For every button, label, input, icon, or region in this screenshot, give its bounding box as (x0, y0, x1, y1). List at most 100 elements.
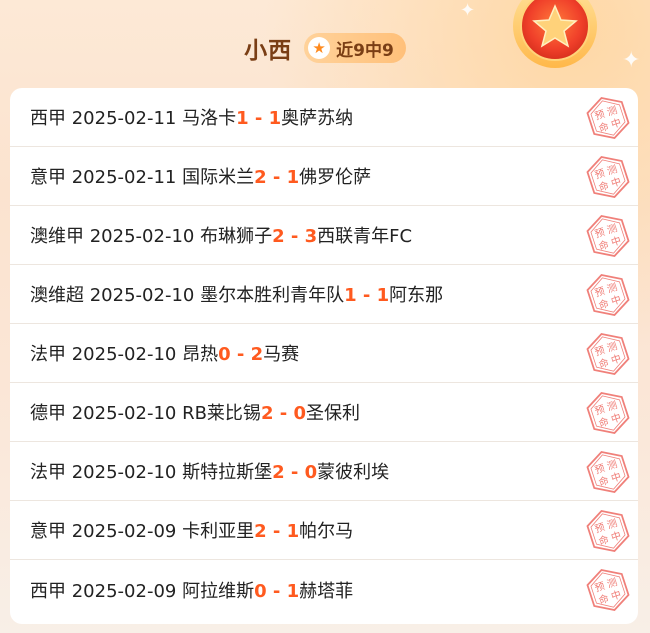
league: 西甲 (30, 108, 66, 129)
prediction-hit-stamp-icon: 预 测 命 中 (586, 274, 630, 316)
away-score: 1 (286, 167, 300, 188)
match-row[interactable]: 澳维超 2025-02-10 墨尔本胜利青年队1 - 1阿东那 预 测 命 中 (10, 265, 638, 324)
home-score: 2 (272, 462, 285, 483)
home-score: 1 (236, 108, 249, 129)
score-separator: - (284, 462, 305, 483)
svg-text:测: 测 (605, 103, 619, 118)
prediction-hit-stamp-icon: 预 测 命 中 (586, 97, 630, 139)
match-date: 2025-02-10 (71, 462, 177, 483)
svg-text:预: 预 (593, 167, 606, 182)
match-text: 意甲 2025-02-11 国际米兰2 - 1佛罗伦萨 (30, 163, 371, 189)
prediction-hit-stamp-icon: 预 测 命 中 (586, 451, 630, 493)
prediction-hit-stamp-icon: 预 测 命 中 (586, 333, 630, 375)
away-score: 1 (376, 285, 390, 306)
league: 意甲 (30, 167, 66, 188)
league: 法甲 (30, 344, 66, 365)
match-row[interactable]: 西甲 2025-02-09 阿拉维斯0 - 1赫塔菲 预 测 命 中 (10, 560, 638, 619)
match-text: 法甲 2025-02-10 昂热0 - 2马赛 (30, 340, 299, 366)
home-score: 0 (218, 344, 231, 365)
match-date: 2025-02-10 (71, 403, 177, 424)
away-team: 阿东那 (389, 285, 444, 306)
match-text: 意甲 2025-02-09 卡利亚里2 - 1帕尔马 (30, 517, 353, 543)
home-score: 2 (254, 521, 267, 542)
home-team: 马洛卡 (182, 108, 237, 129)
match-text: 西甲 2025-02-11 马洛卡1 - 1奥萨苏纳 (30, 104, 353, 130)
score-separator: - (230, 344, 251, 365)
away-team: 赫塔菲 (299, 580, 354, 602)
prediction-hit-stamp-icon: 预 测 命 中 (586, 392, 630, 434)
match-row[interactable]: 法甲 2025-02-10 昂热0 - 2马赛 预 测 命 中 (10, 324, 638, 383)
score-separator: - (266, 521, 287, 542)
away-team: 马赛 (263, 344, 300, 365)
sparkle-icon: ✦ (460, 0, 476, 21)
league: 意甲 (30, 521, 66, 542)
record-text: 近9中9 (336, 40, 394, 61)
home-score: 0 (254, 580, 267, 602)
home-team: 昂热 (182, 344, 219, 365)
match-date: 2025-02-11 (71, 108, 177, 129)
league: 澳维超 (30, 285, 84, 306)
home-team: 布琳狮子 (200, 226, 273, 247)
away-score: 3 (304, 226, 318, 247)
match-date: 2025-02-11 (71, 167, 177, 188)
away-score: 2 (250, 344, 264, 365)
away-team: 帕尔马 (299, 521, 354, 542)
match-list: 西甲 2025-02-11 马洛卡1 - 1奥萨苏纳 预 测 命 中 意甲 20… (10, 88, 638, 624)
prediction-hit-stamp-icon: 预 测 命 中 (586, 156, 630, 198)
match-text: 德甲 2025-02-10 RB莱比锡2 - 0圣保利 (30, 399, 360, 425)
match-text: 澳维超 2025-02-10 墨尔本胜利青年队1 - 1阿东那 (30, 281, 443, 307)
home-score: 2 (260, 403, 274, 424)
away-team: 蒙彼利埃 (317, 462, 390, 483)
svg-text:测: 测 (605, 162, 619, 177)
league: 澳维甲 (30, 226, 84, 247)
match-date: 2025-02-09 (71, 521, 177, 542)
match-row[interactable]: 德甲 2025-02-10 RB莱比锡2 - 0圣保利 预 测 命 中 (10, 383, 638, 442)
score-separator: - (284, 226, 305, 247)
match-text: 澳维甲 2025-02-10 布琳狮子2 - 3西联青年FC (30, 222, 412, 248)
match-row[interactable]: 西甲 2025-02-11 马洛卡1 - 1奥萨苏纳 预 测 命 中 (10, 88, 638, 147)
home-team: 墨尔本胜利青年队 (200, 285, 345, 306)
svg-text:测: 测 (605, 280, 619, 295)
away-team: 佛罗伦萨 (299, 167, 372, 188)
match-row[interactable]: 法甲 2025-02-10 斯特拉斯堡2 - 0蒙彼利埃 预 测 命 中 (10, 442, 638, 501)
svg-text:预: 预 (593, 108, 606, 123)
star-icon: ★ (308, 37, 331, 59)
header: 小西 ★ 近9中9 (0, 26, 650, 70)
prediction-hit-stamp-icon: 预 测 命 中 (586, 510, 630, 552)
score-separator: - (248, 108, 269, 129)
svg-text:测: 测 (605, 516, 619, 531)
home-team: 阿拉维斯 (182, 580, 255, 602)
match-date: 2025-02-10 (89, 226, 195, 247)
home-score: 2 (272, 226, 285, 247)
score-separator: - (273, 403, 294, 424)
match-row[interactable]: 意甲 2025-02-09 卡利亚里2 - 1帕尔马 预 测 命 中 (10, 501, 638, 560)
away-score: 1 (286, 521, 300, 542)
away-score: 0 (304, 462, 318, 483)
away-team: 圣保利 (306, 403, 361, 424)
score-separator: - (356, 285, 377, 306)
match-text: 法甲 2025-02-10 斯特拉斯堡2 - 0蒙彼利埃 (30, 458, 389, 484)
svg-text:测: 测 (605, 457, 619, 472)
svg-text:测: 测 (605, 398, 619, 413)
svg-text:测: 测 (605, 221, 619, 236)
home-score: 2 (254, 167, 267, 188)
prediction-hit-stamp-icon: 预 测 命 中 (586, 569, 630, 611)
svg-text:预: 预 (593, 285, 606, 300)
svg-text:预: 预 (593, 462, 606, 477)
away-score: 0 (293, 403, 307, 424)
svg-text:测: 测 (605, 339, 619, 354)
score-separator: - (266, 580, 287, 602)
away-team: 奥萨苏纳 (281, 108, 354, 129)
match-row[interactable]: 澳维甲 2025-02-10 布琳狮子2 - 3西联青年FC 预 测 命 中 (10, 206, 638, 265)
match-date: 2025-02-10 (71, 344, 177, 365)
league: 法甲 (30, 462, 66, 483)
svg-text:预: 预 (593, 226, 606, 241)
expert-name: 小西 (244, 38, 293, 64)
svg-text:预: 预 (593, 521, 606, 536)
match-row[interactable]: 意甲 2025-02-11 国际米兰2 - 1佛罗伦萨 预 测 命 中 (10, 147, 638, 206)
match-date: 2025-02-09 (71, 580, 177, 602)
away-team: 西联青年FC (317, 226, 413, 247)
away-score: 1 (268, 108, 282, 129)
svg-text:预: 预 (593, 580, 606, 595)
match-date: 2025-02-10 (89, 285, 195, 306)
